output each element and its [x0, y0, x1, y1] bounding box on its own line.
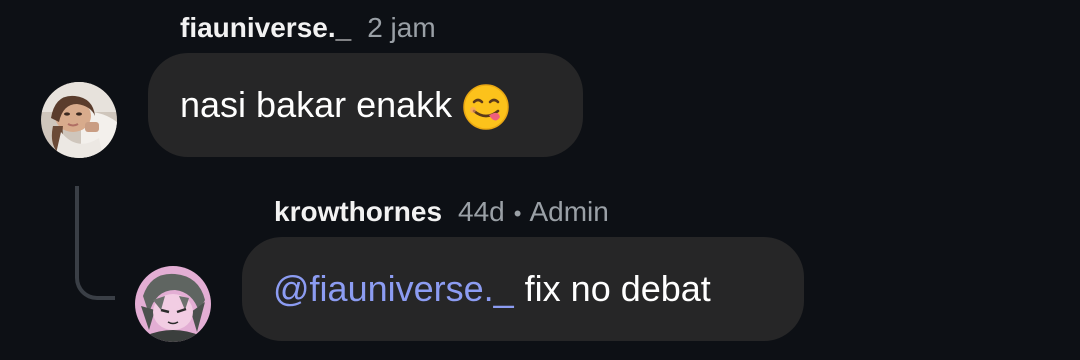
comment-1-avatar[interactable]: [41, 82, 117, 158]
comment-2-username[interactable]: krowthornes: [274, 196, 442, 228]
comment-1-text: nasi bakar enakk: [180, 84, 453, 125]
comment-2-time: 44d: [458, 196, 505, 227]
comment-2-text: fix no debat: [524, 268, 711, 309]
comment-2-bubble[interactable]: @fiauniverse._ fix no debat: [242, 237, 804, 341]
reply-thread-line: [75, 186, 115, 300]
yum-face-emoji-icon: [462, 83, 510, 131]
meta-separator: •: [513, 201, 522, 226]
comment-1-username[interactable]: fiauniverse._: [180, 12, 351, 44]
admin-badge: Admin: [529, 196, 609, 227]
user-mention-link[interactable]: @fiauniverse._: [273, 268, 514, 310]
comment-1-header: fiauniverse._ 2 jam: [180, 12, 436, 44]
comment-1-time: 2 jam: [367, 12, 436, 43]
user-photo-avatar-image: [41, 82, 117, 158]
comment-2-avatar[interactable]: [135, 266, 211, 342]
comment-1-bubble[interactable]: nasi bakar enakk: [148, 53, 583, 157]
anime-character-avatar-image: [135, 266, 211, 342]
comment-2-header: krowthornes 44d • Admin: [274, 196, 609, 228]
